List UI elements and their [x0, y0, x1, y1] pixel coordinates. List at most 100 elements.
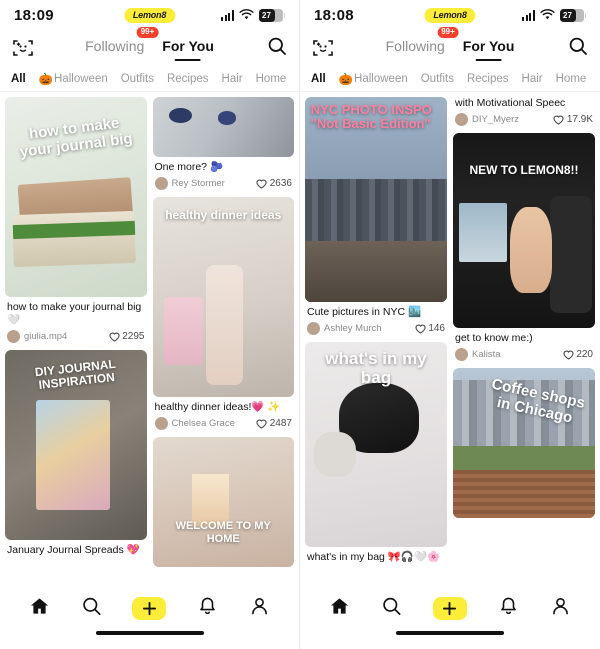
- category-all[interactable]: All: [11, 73, 26, 85]
- feed-card[interactable]: DIY JOURNAL INSPIRATION January Journal …: [5, 350, 147, 557]
- content-feed[interactable]: how to make your journal big how to make…: [0, 92, 299, 585]
- content-feed[interactable]: NYC PHOTO INSPO "Not Basic Edition" Cute…: [300, 92, 600, 585]
- avatar[interactable]: [307, 322, 320, 336]
- heart-icon: [256, 419, 267, 429]
- post-thumbnail[interactable]: [152, 97, 294, 157]
- tab-following[interactable]: Following 99+: [85, 27, 159, 58]
- post-author[interactable]: Kalista: [472, 349, 501, 360]
- post-meta: giulia.mp4 2295: [5, 327, 147, 344]
- avatar[interactable]: [154, 177, 168, 191]
- home-indicator: [300, 631, 600, 649]
- category-chip-row: All 🎃 Halloween Outfits Recipes Hair Home: [0, 66, 299, 92]
- feed-tabs: Following 99+ For You: [385, 27, 514, 61]
- search-icon[interactable]: [381, 596, 402, 621]
- post-author[interactable]: Chelsea Grace: [172, 418, 235, 429]
- wifi-icon: [539, 9, 555, 20]
- post-thumbnail[interactable]: WELCOME TO MY HOME: [152, 437, 294, 568]
- pumpkin-icon: 🎃: [38, 73, 54, 86]
- lemon8-logo: Lemon8: [123, 7, 176, 23]
- post-thumbnail[interactable]: NYC PHOTO INSPO "Not Basic Edition": [305, 97, 447, 302]
- search-icon[interactable]: [568, 36, 588, 61]
- avatar[interactable]: [455, 348, 468, 362]
- face-scan-icon[interactable]: [12, 38, 34, 58]
- post-caption: One more? 🫐: [154, 161, 224, 173]
- category-hair[interactable]: Hair: [222, 73, 243, 85]
- status-indicators: 27: [221, 8, 285, 22]
- bottom-navigation: [300, 585, 600, 631]
- heart-icon: [563, 350, 574, 360]
- category-all[interactable]: All: [311, 73, 326, 85]
- feed-card[interactable]: NEW TO LEMON8!! get to know me:) Kalista…: [453, 133, 595, 362]
- post-author[interactable]: giulia.mp4: [24, 331, 67, 342]
- face-scan-icon[interactable]: [312, 38, 334, 58]
- category-outfits[interactable]: Outfits: [121, 73, 154, 85]
- feed-column-left: how to make your journal big how to make…: [5, 97, 147, 585]
- tab-for-you[interactable]: For You: [162, 38, 214, 61]
- post-thumbnail[interactable]: healthy dinner ideas: [152, 197, 294, 398]
- post-caption: January Journal Spreads 💖: [7, 544, 140, 557]
- home-icon[interactable]: [29, 596, 50, 621]
- feed-card[interactable]: NYC PHOTO INSPO "Not Basic Edition" Cute…: [305, 97, 447, 336]
- status-time: 18:08: [314, 6, 354, 24]
- avatar[interactable]: [154, 417, 168, 431]
- feed-card[interactable]: with Motivational Speec DIY_Myerz 17.9K: [453, 97, 595, 127]
- search-icon[interactable]: [267, 36, 287, 61]
- post-thumbnail[interactable]: NEW TO LEMON8!!: [453, 133, 595, 329]
- like-count[interactable]: 2636: [256, 178, 292, 189]
- tab-following[interactable]: Following 99+: [385, 27, 459, 58]
- battery-icon: 27: [258, 8, 285, 22]
- heart-icon: [256, 179, 267, 189]
- post-thumbnail[interactable]: Coffee shops in Chicago: [453, 368, 595, 519]
- top-navigation-bar: Following 99+ For You: [300, 27, 600, 66]
- feed-card[interactable]: what's in my bag what's in my bag 🎀🎧🤍🌸: [305, 342, 447, 564]
- category-chip-row: All 🎃 Halloween Outfits Recipes Hair Home: [300, 66, 600, 92]
- like-count[interactable]: 220: [563, 349, 593, 360]
- category-recipes[interactable]: Recipes: [467, 73, 509, 85]
- plus-icon[interactable]: [432, 596, 467, 620]
- category-halloween[interactable]: 🎃 Halloween: [339, 72, 408, 86]
- like-count[interactable]: 2295: [109, 331, 145, 342]
- post-author[interactable]: Rey Stormer: [172, 178, 225, 189]
- feed-card[interactable]: WELCOME TO MY HOME: [152, 437, 294, 568]
- person-icon[interactable]: [249, 596, 270, 621]
- pumpkin-icon: 🎃: [338, 73, 354, 86]
- like-count[interactable]: 2487: [256, 418, 292, 429]
- top-navigation-bar: Following 99+ For You: [0, 27, 299, 66]
- search-icon[interactable]: [81, 596, 102, 621]
- feed-card[interactable]: how to make your journal big how to make…: [5, 97, 147, 344]
- avatar[interactable]: [455, 113, 468, 127]
- signal-icon: [221, 9, 234, 21]
- category-halloween[interactable]: 🎃 Halloween: [39, 72, 108, 86]
- feed-card[interactable]: One more? 🫐 Rey Stormer 2636: [152, 97, 295, 191]
- thumbnail-overlay-text: DIY JOURNAL INSPIRATION: [33, 356, 117, 392]
- tab-following-label: Following: [385, 38, 445, 54]
- thumbnail-overlay-text: what's in my bag: [325, 349, 427, 387]
- post-author[interactable]: DIY_Myerz: [472, 114, 519, 125]
- category-hair[interactable]: Hair: [522, 73, 543, 85]
- post-thumbnail[interactable]: what's in my bag: [305, 342, 447, 548]
- heart-icon: [109, 332, 120, 342]
- bell-icon[interactable]: [197, 596, 218, 621]
- post-caption: how to make your journal big 🤍: [7, 301, 142, 327]
- post-thumbnail[interactable]: how to make your journal big: [5, 97, 147, 297]
- category-outfits[interactable]: Outfits: [421, 73, 454, 85]
- like-count[interactable]: 17.9K: [553, 114, 593, 125]
- post-meta: Rey Stormer 2636: [153, 174, 295, 191]
- feed-card[interactable]: healthy dinner ideas healthy dinner idea…: [152, 197, 294, 431]
- like-count[interactable]: 146: [415, 323, 445, 334]
- avatar[interactable]: [7, 330, 20, 344]
- feed-card[interactable]: Coffee shops in Chicago: [453, 368, 595, 519]
- category-recipes[interactable]: Recipes: [167, 73, 209, 85]
- tab-for-you[interactable]: For You: [463, 38, 514, 61]
- status-time: 18:09: [14, 6, 54, 24]
- home-icon[interactable]: [329, 596, 350, 621]
- thumbnail-overlay-text: NYC PHOTO INSPO "Not Basic Edition": [310, 102, 432, 132]
- bell-icon[interactable]: [498, 596, 519, 621]
- category-home[interactable]: Home: [256, 73, 287, 85]
- category-home[interactable]: Home: [556, 73, 587, 85]
- post-author[interactable]: Ashley Murch: [324, 323, 382, 334]
- post-thumbnail[interactable]: DIY JOURNAL INSPIRATION: [5, 350, 147, 541]
- plus-icon[interactable]: [132, 596, 167, 620]
- post-caption: get to know me:): [455, 332, 533, 345]
- person-icon[interactable]: [550, 596, 571, 621]
